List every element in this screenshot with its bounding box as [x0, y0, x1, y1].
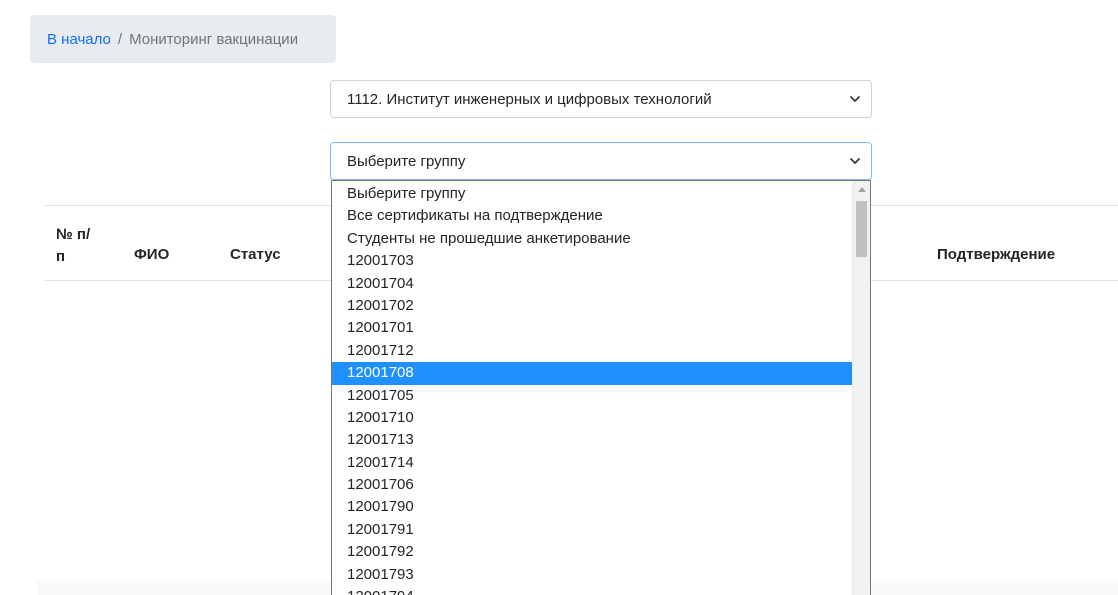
- dropdown-option[interactable]: Студенты не прошедшие анкетирование: [332, 228, 852, 250]
- dropdown-option[interactable]: 12001793: [332, 564, 852, 586]
- breadcrumb: В начало / Мониторинг вакцинации: [30, 15, 336, 63]
- dropdown-option[interactable]: 12001708: [332, 362, 852, 385]
- dropdown-options: Выберите группу Все сертификаты на подтве…: [332, 183, 852, 595]
- dropdown-option[interactable]: 12001704: [332, 273, 852, 295]
- dropdown-option[interactable]: 12001703: [332, 250, 852, 272]
- header-num: № п/п: [56, 226, 91, 265]
- chevron-down-icon: [850, 96, 860, 102]
- breadcrumb-current: Мониторинг вакцинации: [129, 30, 299, 48]
- dropdown-option[interactable]: 12001792: [332, 541, 852, 563]
- dropdown-option[interactable]: Выберите группу: [332, 183, 852, 205]
- institute-select-value: 1112. Институт инженерных и цифровых тех…: [347, 90, 712, 108]
- dropdown-option[interactable]: 12001705: [332, 385, 852, 407]
- dropdown-option[interactable]: 12001791: [332, 519, 852, 541]
- group-select-value: Выберите группу: [347, 152, 466, 170]
- group-dropdown-list[interactable]: Выберите группу Все сертификаты на подтве…: [331, 180, 871, 595]
- dropdown-option[interactable]: 12001701: [332, 317, 852, 339]
- breadcrumb-separator: /: [117, 30, 123, 48]
- page: В начало / Мониторинг вакцинации 1112. И…: [0, 0, 1118, 595]
- header-status: Статус: [230, 246, 281, 263]
- dropdown-option[interactable]: Все сертификаты на подтверждение: [332, 205, 852, 227]
- breadcrumb-home-link[interactable]: В начало: [47, 31, 111, 48]
- dropdown-option[interactable]: 12001710: [332, 407, 852, 429]
- dropdown-option[interactable]: 12001706: [332, 474, 852, 496]
- dropdown-option[interactable]: 12001714: [332, 452, 852, 474]
- dropdown-option[interactable]: 12001702: [332, 295, 852, 317]
- header-fio: ФИО: [134, 246, 170, 263]
- header-confirm: Подтверждение: [937, 246, 1056, 263]
- institute-select[interactable]: 1112. Институт инженерных и цифровых тех…: [330, 80, 872, 118]
- dropdown-option[interactable]: 12001713: [332, 429, 852, 451]
- dropdown-option[interactable]: 12001790: [332, 496, 852, 518]
- dropdown-scrollbar[interactable]: [852, 181, 870, 595]
- dropdown-option[interactable]: 12001712: [332, 340, 852, 362]
- group-select[interactable]: Выберите группу: [330, 142, 872, 180]
- caret-up-icon: [857, 187, 866, 192]
- chevron-down-icon: [850, 158, 860, 164]
- scroll-up-arrow[interactable]: [853, 181, 870, 197]
- scrollbar-thumb[interactable]: [856, 201, 867, 257]
- dropdown-option[interactable]: 12001794: [332, 586, 852, 595]
